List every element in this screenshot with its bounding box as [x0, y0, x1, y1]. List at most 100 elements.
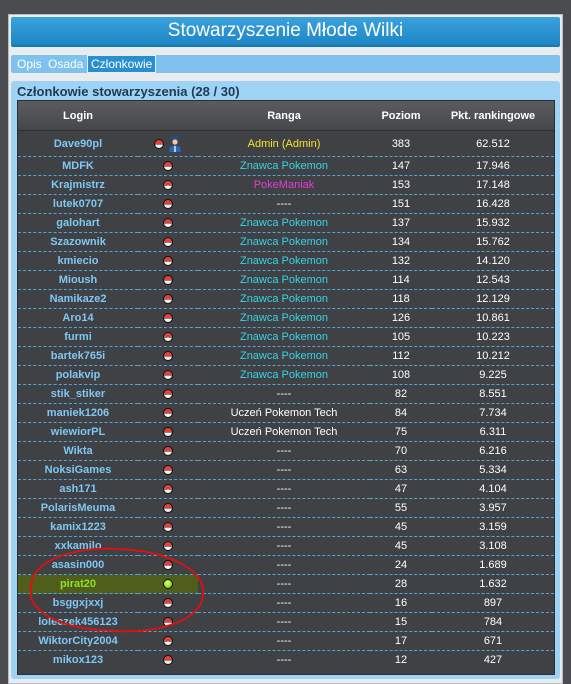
offline-status-icon: [163, 617, 173, 628]
member-login-link[interactable]: kamix1223: [18, 517, 138, 537]
member-level: 47: [370, 479, 432, 499]
member-ranking-points: 10.212: [432, 346, 554, 366]
member-ranking-points: 7.734: [432, 403, 554, 423]
table-row: Krajmistrz PokeManiak 153 17.148: [18, 175, 554, 195]
tab-osada[interactable]: Osada: [45, 56, 86, 72]
member-status-cell: [138, 650, 198, 669]
member-status-cell: [138, 403, 198, 423]
table-row: Dave90pl Admin (Admin) 383 62.512: [18, 130, 554, 157]
member-ranking-points: 6.311: [432, 422, 554, 442]
column-header-points: Pkt. rankingowe: [432, 101, 554, 131]
member-ranking-points: 427: [432, 650, 554, 669]
offline-status-icon: [163, 655, 173, 666]
member-login-link[interactable]: mikox123: [18, 650, 138, 669]
member-login-link[interactable]: asasin000: [18, 555, 138, 575]
member-level: 75: [370, 422, 432, 442]
member-login-link[interactable]: loleczek456123: [18, 612, 138, 632]
member-login-link[interactable]: Aro14: [18, 308, 138, 328]
admin-officer-icon: [169, 136, 181, 152]
member-login-link[interactable]: stik_stiker: [18, 384, 138, 404]
member-rank: Admin (Admin): [198, 130, 370, 157]
member-login-link[interactable]: Szazownik: [18, 232, 138, 252]
member-rank: Znawca Pokemon: [198, 213, 370, 233]
member-ranking-points: 3.108: [432, 536, 554, 556]
member-login-link[interactable]: bartek765i: [18, 346, 138, 366]
member-level: 126: [370, 308, 432, 328]
member-login-link[interactable]: polakvip: [18, 365, 138, 385]
member-login-link[interactable]: furmi: [18, 327, 138, 347]
member-login-link[interactable]: bsggxjxxj: [18, 593, 138, 613]
member-login-link[interactable]: Krajmistrz: [18, 175, 138, 195]
member-status-cell: [138, 498, 198, 518]
member-level: 28: [370, 574, 432, 594]
table-row: WiktorCity2004 ---- 17 671: [18, 631, 554, 651]
offline-status-icon: [163, 313, 173, 324]
member-rank: ----: [198, 460, 370, 480]
offline-status-icon: [163, 351, 173, 362]
member-status-cell: [138, 308, 198, 328]
column-header-login: Login: [18, 101, 138, 131]
member-login-link[interactable]: pirat20: [18, 574, 138, 594]
member-rank: ----: [198, 479, 370, 499]
member-rank: ----: [198, 384, 370, 404]
tab-czlonkowie[interactable]: Członkowie: [87, 55, 157, 73]
member-ranking-points: 17.148: [432, 175, 554, 195]
member-status-cell: [138, 194, 198, 214]
member-ranking-points: 10.861: [432, 308, 554, 328]
member-rank: Znawca Pokemon: [198, 270, 370, 290]
member-login-link[interactable]: Mioush: [18, 270, 138, 290]
table-row: lutek0707 ---- 151 16.428: [18, 194, 554, 214]
member-status-cell: [138, 612, 198, 632]
member-status-cell: [138, 346, 198, 366]
member-login-link[interactable]: PolarisMeuma: [18, 498, 138, 518]
member-ranking-points: 897: [432, 593, 554, 613]
offline-status-icon: [163, 237, 173, 248]
member-ranking-points: 3.159: [432, 517, 554, 537]
table-row: NoksiGames ---- 63 5.334: [18, 460, 554, 480]
table-row: Mioush Znawca Pokemon 114 12.543: [18, 270, 554, 290]
member-login-link[interactable]: xxkamilo: [18, 536, 138, 556]
member-level: 63: [370, 460, 432, 480]
tab-opis[interactable]: Opis: [14, 56, 45, 72]
member-login-link[interactable]: ash171: [18, 479, 138, 499]
member-level: 108: [370, 365, 432, 385]
member-ranking-points: 9.225: [432, 365, 554, 385]
column-header-level: Poziom: [370, 101, 432, 131]
member-status-cell: [138, 130, 198, 157]
members-panel: Członkowie stowarzyszenia (28 / 30) Logi…: [11, 81, 560, 679]
member-status-cell: [138, 232, 198, 252]
member-login-link[interactable]: Namikaze2: [18, 289, 138, 309]
table-row: asasin000 ---- 24 1.689: [18, 555, 554, 575]
member-login-link[interactable]: kmiecio: [18, 251, 138, 271]
member-rank: ----: [198, 612, 370, 632]
member-login-link[interactable]: MDFK: [18, 156, 138, 176]
table-row: furmi Znawca Pokemon 105 10.223: [18, 327, 554, 347]
member-login-link[interactable]: wiewiorPL: [18, 422, 138, 442]
offline-status-icon: [163, 256, 173, 267]
member-login-link[interactable]: NoksiGames: [18, 460, 138, 480]
member-login-link[interactable]: lutek0707: [18, 194, 138, 214]
table-row: Aro14 Znawca Pokemon 126 10.861: [18, 308, 554, 328]
member-status-cell: [138, 593, 198, 613]
table-row: wiewiorPL Uczeń Pokemon Tech 75 6.311: [18, 422, 554, 442]
table-row: ash171 ---- 47 4.104: [18, 479, 554, 499]
member-login-link[interactable]: WiktorCity2004: [18, 631, 138, 651]
tab-bar: Opis Osada Członkowie: [11, 55, 560, 73]
member-ranking-points: 14.120: [432, 251, 554, 271]
table-row: stik_stiker ---- 82 8.551: [18, 384, 554, 404]
member-status-cell: [138, 631, 198, 651]
member-login-link[interactable]: Dave90pl: [18, 130, 138, 157]
member-login-link[interactable]: galohart: [18, 213, 138, 233]
member-level: 45: [370, 536, 432, 556]
offline-status-icon: [163, 389, 173, 400]
table-row: mikox123 ---- 12 427: [18, 650, 554, 669]
member-login-link[interactable]: maniek1206: [18, 403, 138, 423]
member-ranking-points: 12.129: [432, 289, 554, 309]
table-row: Wikta ---- 70 6.216: [18, 441, 554, 461]
member-rank: Znawca Pokemon: [198, 365, 370, 385]
member-status-cell: [138, 156, 198, 176]
member-ranking-points: 1.632: [432, 574, 554, 594]
member-login-link[interactable]: Wikta: [18, 441, 138, 461]
member-ranking-points: 8.551: [432, 384, 554, 404]
member-rank: PokeManiak: [198, 175, 370, 195]
